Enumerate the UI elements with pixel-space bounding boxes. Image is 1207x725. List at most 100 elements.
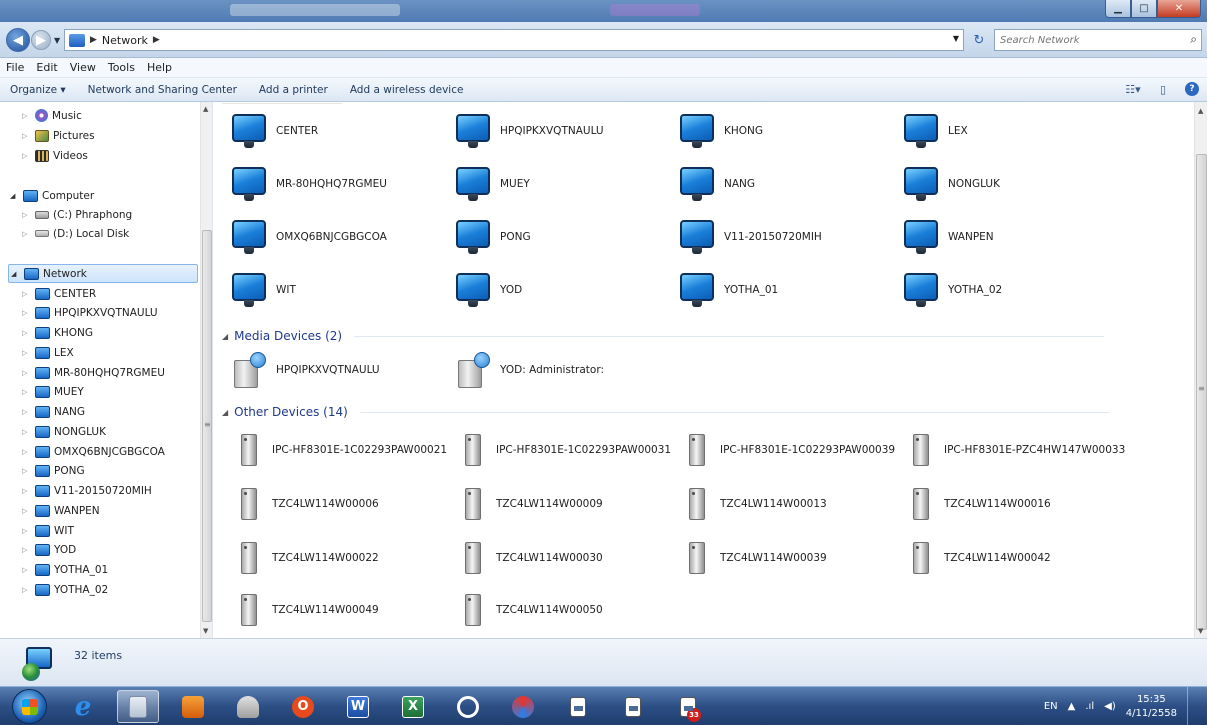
network-computer-tile[interactable]: LEX <box>904 114 968 148</box>
taskbar-app-button[interactable]: X <box>392 690 434 723</box>
refresh-icon[interactable]: ↻ <box>968 29 990 51</box>
taskbar-app-button[interactable] <box>557 690 599 723</box>
tree-item-network-computer[interactable]: ▷ WIT <box>22 521 74 540</box>
network-computer-tile[interactable]: NANG <box>680 167 755 201</box>
expand-arrow-icon[interactable]: ▷ <box>22 132 31 140</box>
other-device-tile[interactable]: TZC4LW114W00022 <box>236 540 379 576</box>
tree-item-network-computer[interactable]: ▷ V11-20150720MIH <box>22 482 152 501</box>
menu-tools[interactable]: Tools <box>108 61 135 74</box>
network-computer-tile[interactable]: MR-80HQHQ7RGMEU <box>232 167 387 201</box>
other-devices-header[interactable]: ◢ Other Devices (14) <box>222 405 1110 419</box>
media-device-tile[interactable]: YOD: Administrator: <box>456 352 604 388</box>
tree-item-network-computer[interactable]: ▷ NONGLUK <box>22 422 106 441</box>
change-view-icon[interactable]: ☷▾ <box>1125 82 1141 96</box>
taskbar-app-button[interactable] <box>502 690 544 723</box>
tree-item-pictures[interactable]: ▷ Pictures <box>22 126 95 145</box>
other-device-tile[interactable]: TZC4LW114W00030 <box>460 540 603 576</box>
recent-pages-dropdown[interactable]: ▼ <box>54 36 60 45</box>
show-hidden-icons-icon[interactable]: ▲ <box>1068 701 1076 712</box>
expand-arrow-icon[interactable]: ▷ <box>22 211 31 219</box>
expand-arrow-icon[interactable]: ▷ <box>22 507 31 515</box>
preview-pane-icon[interactable]: ▯ <box>1155 82 1171 96</box>
network-computer-tile[interactable]: KHONG <box>680 114 763 148</box>
other-device-tile[interactable]: TZC4LW114W00039 <box>684 540 827 576</box>
tree-item-network-computer[interactable]: ▷ YOD <box>22 541 76 560</box>
tree-item-network-computer[interactable]: ▷ NANG <box>22 403 85 422</box>
tree-item-network-computer[interactable]: ▷ YOTHA_01 <box>22 561 108 580</box>
taskbar-app-button[interactable] <box>172 690 214 723</box>
tree-item-network-computer[interactable]: ▷ WANPEN <box>22 501 100 520</box>
other-device-tile[interactable]: TZC4LW114W00013 <box>684 486 827 522</box>
search-input[interactable] <box>995 30 1175 50</box>
search-icon[interactable]: ⌕ <box>1190 32 1197 47</box>
tree-item-network-computer[interactable]: ▷ PONG <box>22 462 85 481</box>
expand-arrow-icon[interactable]: ▷ <box>22 349 31 357</box>
tree-item-network-computer[interactable]: ▷ YOTHA_02 <box>22 580 108 599</box>
help-icon[interactable]: ? <box>1185 82 1199 96</box>
breadcrumb-separator-icon[interactable]: ▶ <box>153 35 160 45</box>
close-button[interactable]: ✕ <box>1157 0 1201 18</box>
network-computer-tile[interactable]: CENTER <box>232 114 318 148</box>
expand-arrow-icon[interactable]: ▷ <box>22 487 31 495</box>
tree-item-network-computer[interactable]: ▷ OMXQ6BNJCGBGCOA <box>22 442 165 461</box>
tree-item-network-computer[interactable]: ▷ MR-80HQHQ7RGMEU <box>22 363 165 382</box>
expand-arrow-icon[interactable]: ▷ <box>22 566 31 574</box>
taskbar-app-button[interactable]: W <box>337 690 379 723</box>
tree-item-network-computer[interactable]: ▷ LEX <box>22 343 74 362</box>
menu-help[interactable]: Help <box>147 61 172 74</box>
network-computer-tile[interactable]: YOD <box>456 273 522 307</box>
other-device-tile[interactable]: IPC-HF8301E-1C02293PAW00021 <box>236 432 447 468</box>
show-desktop-button[interactable] <box>1187 687 1197 725</box>
tree-item-computer[interactable]: ◢ Computer <box>10 186 94 205</box>
tree-item-drive-d[interactable]: ▷ (D:) Local Disk <box>22 224 129 243</box>
tree-item-drive-c[interactable]: ▷ (C:) Phraphong <box>22 205 132 224</box>
other-device-tile[interactable]: TZC4LW114W00049 <box>236 592 379 628</box>
network-computer-tile[interactable]: WANPEN <box>904 220 994 254</box>
other-device-tile[interactable]: IPC-HF8301E-PZC4HW147W00033 <box>908 432 1125 468</box>
expand-arrow-icon[interactable]: ▷ <box>22 467 31 475</box>
nav-scrollbar[interactable]: ▲ ≡ ▼ <box>200 102 212 638</box>
other-device-tile[interactable]: TZC4LW114W00006 <box>236 486 379 522</box>
other-device-tile[interactable]: TZC4LW114W00042 <box>908 540 1051 576</box>
menu-view[interactable]: View <box>70 61 96 74</box>
expand-arrow-icon[interactable]: ▷ <box>22 448 31 456</box>
expand-arrow-icon[interactable]: ▷ <box>22 329 31 337</box>
collapse-arrow-icon[interactable]: ◢ <box>222 408 228 417</box>
add-wireless-device-button[interactable]: Add a wireless device <box>350 84 464 96</box>
clock[interactable]: 15:35 4/11/2558 <box>1126 693 1177 721</box>
menu-edit[interactable]: Edit <box>36 61 57 74</box>
other-device-tile[interactable]: TZC4LW114W00009 <box>460 486 603 522</box>
network-sharing-center-button[interactable]: Network and Sharing Center <box>88 84 237 96</box>
expand-arrow-icon[interactable]: ▷ <box>22 428 31 436</box>
network-computer-tile[interactable]: PONG <box>456 220 531 254</box>
collapse-arrow-icon[interactable]: ◢ <box>10 192 19 200</box>
organize-button[interactable]: Organize ▾ <box>10 84 66 96</box>
collapse-arrow-icon[interactable]: ◢ <box>11 270 20 278</box>
search-box[interactable]: ⌕ <box>994 29 1202 51</box>
taskbar-app-button[interactable] <box>117 690 159 723</box>
other-device-tile[interactable]: TZC4LW114W00050 <box>460 592 603 628</box>
other-device-tile[interactable]: IPC-HF8301E-1C02293PAW00039 <box>684 432 895 468</box>
expand-arrow-icon[interactable]: ▷ <box>22 309 31 317</box>
network-computer-tile[interactable]: YOTHA_02 <box>904 273 1002 307</box>
expand-arrow-icon[interactable]: ▷ <box>22 112 31 120</box>
maximize-button[interactable]: □ <box>1131 0 1157 18</box>
add-printer-button[interactable]: Add a printer <box>259 84 328 96</box>
taskbar-app-button[interactable]: 33 <box>667 690 709 723</box>
taskbar-app-button[interactable] <box>612 690 654 723</box>
expand-arrow-icon[interactable]: ▷ <box>22 586 31 594</box>
media-devices-header[interactable]: ◢ Media Devices (2) <box>222 329 1105 343</box>
expand-arrow-icon[interactable]: ▷ <box>22 152 31 160</box>
network-computer-tile[interactable]: OMXQ6BNJCGBGCOA <box>232 220 387 254</box>
expand-arrow-icon[interactable]: ▷ <box>22 290 31 298</box>
scroll-down-icon[interactable]: ▼ <box>1198 627 1203 635</box>
expand-arrow-icon[interactable]: ▷ <box>22 369 31 377</box>
network-computer-tile[interactable]: NONGLUK <box>904 167 1000 201</box>
taskbar-app-button[interactable] <box>227 690 269 723</box>
taskbar-app-button[interactable]: O <box>282 690 324 723</box>
tree-item-network-computer[interactable]: ▷ HPQIPKXVQTNAULU <box>22 304 158 323</box>
breadcrumb-network[interactable]: Network <box>102 34 148 47</box>
expand-arrow-icon[interactable]: ▷ <box>22 230 31 238</box>
network-computer-tile[interactable]: MUEY <box>456 167 530 201</box>
tree-item-network-computer[interactable]: ▷ CENTER <box>22 284 96 303</box>
